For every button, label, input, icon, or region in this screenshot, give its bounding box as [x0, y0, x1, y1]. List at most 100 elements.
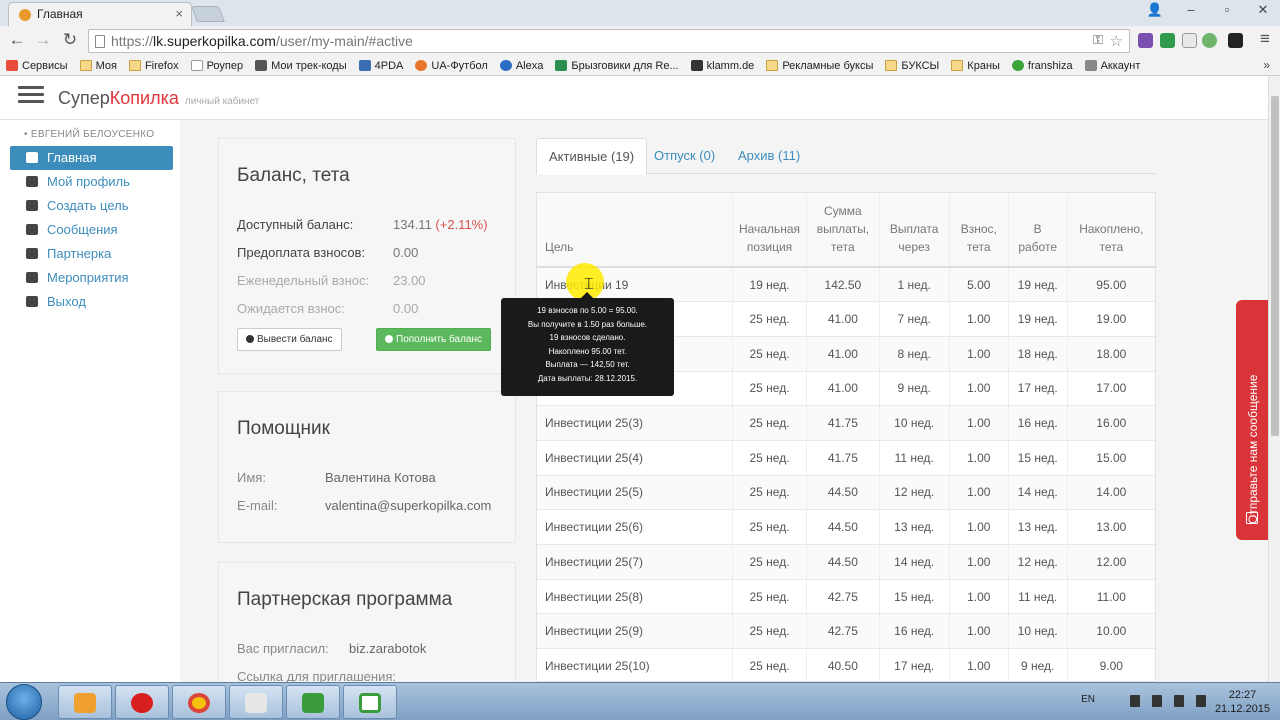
target-icon — [26, 200, 38, 211]
table-cell: 40.50 — [806, 648, 880, 682]
close-window-icon[interactable]: ✕ — [1252, 2, 1274, 18]
table-row[interactable]: Инвестиции 25(7) 25 нед. 44.50 14 нед. 1.00 1… — [537, 544, 1155, 580]
table-cell: 7 нед. — [878, 301, 950, 337]
bookmark-item[interactable]: Моя — [79, 60, 117, 72]
bookmark-item[interactable]: UA-Футбол — [415, 60, 488, 72]
bookmark-item[interactable]: Брызговики для Re... — [555, 60, 679, 72]
browser-tab[interactable]: Главная × — [8, 2, 192, 26]
sidebar-item-create-goal[interactable]: Создать цель — [10, 194, 173, 218]
sidebar-item-events[interactable]: Мероприятия — [10, 266, 173, 290]
language-indicator[interactable]: EN — [1081, 694, 1095, 705]
table-cell: 19.00 — [1066, 301, 1155, 337]
back-icon[interactable]: ← — [6, 30, 28, 50]
taskbar-apps-button[interactable] — [58, 685, 112, 719]
bookmark-item[interactable]: klamm.de — [690, 60, 754, 72]
football-icon — [415, 60, 428, 71]
maximize-icon[interactable]: ▫ — [1216, 2, 1238, 18]
folder-icon — [951, 60, 964, 71]
sidebar-item-home[interactable]: Главная — [10, 146, 173, 170]
network-icon[interactable] — [1152, 695, 1162, 707]
withdraw-button[interactable]: Вывести баланс — [237, 328, 342, 351]
tab-archive[interactable]: Архив (11) — [726, 138, 812, 174]
bookmarks-more[interactable]: » — [1263, 58, 1270, 72]
feedback-button[interactable]: Отправьте нам сообщение — [1236, 300, 1268, 540]
table-row[interactable]: Инвестиции 1919 нед.142.501 нед.5.0019 н… — [537, 267, 1155, 303]
minimize-icon[interactable]: – — [1180, 2, 1202, 18]
sidebar-item-messages[interactable]: Сообщения — [10, 218, 173, 242]
page-scrollbar[interactable] — [1268, 76, 1280, 682]
bookmark-item[interactable]: Firefox — [128, 60, 179, 72]
table-row[interactable]: Инвестиции 25(4) 25 нед. 41.75 11 нед. 1.00 1… — [537, 440, 1155, 476]
user-icon — [26, 176, 38, 187]
taskbar-camtasia2-button[interactable] — [343, 685, 397, 719]
bookmark-item[interactable]: Краны — [951, 60, 1000, 72]
table-row[interactable]: Инвестиции 25(9) 25 нед. 42.75 16 нед. 1.00 1… — [537, 613, 1155, 650]
bookmark-item[interactable]: Аккаунт — [1084, 60, 1140, 72]
bookmark-item[interactable]: Сервисы — [6, 60, 68, 72]
extension-grid-icon[interactable] — [1182, 33, 1197, 48]
bookmark-item[interactable]: franshiza — [1011, 60, 1073, 72]
goal-name-cell[interactable]: Инвестиции 25(8) — [537, 579, 733, 615]
bookmark-item[interactable]: 4PDA — [358, 60, 403, 72]
table-cell: 17 нед. — [1007, 371, 1068, 407]
table-cell: 15 нед. — [1007, 440, 1068, 476]
taskbar-java-button[interactable] — [229, 685, 283, 719]
table-cell: 13 нед. — [878, 509, 950, 545]
taskbar-camtasia-button[interactable] — [286, 685, 340, 719]
bookmark-item[interactable]: Рекламные буксы — [766, 60, 873, 72]
user-icon[interactable]: 👤 — [1144, 2, 1166, 18]
tab-active[interactable]: Активные (19) — [536, 138, 648, 175]
extension-sync-icon[interactable] — [1160, 33, 1175, 48]
sidebar-item-profile[interactable]: Мой профиль — [10, 170, 173, 194]
key-icon[interactable]: ⚿ — [1093, 32, 1103, 48]
volume-icon[interactable] — [1196, 695, 1206, 707]
taskbar-opera-button[interactable] — [115, 685, 169, 719]
table-row[interactable]: Инвестиции 25(5) 25 нед. 44.50 12 нед. 1.00 1… — [537, 475, 1155, 511]
tray-arrow-icon[interactable] — [1130, 695, 1140, 707]
goal-name-cell[interactable]: Инвестиции 25(3) — [537, 405, 733, 441]
table-row[interactable]: Инвестиции 25(6) 25 нед. 44.50 13 нед. 1.00 1… — [537, 509, 1155, 545]
table-row[interactable]: Инвестиции 25(10) 25 нед. 40.50 17 нед. 1.00… — [537, 648, 1155, 682]
goal-name-cell[interactable]: Инвестиции 25(5) — [537, 475, 733, 511]
sidebar-user-name[interactable]: • ЕВГЕНИЙ БЕЛОУСЕНКО — [0, 120, 180, 146]
folder-icon — [79, 60, 92, 71]
new-tab-button[interactable] — [191, 6, 225, 22]
table-row[interactable]: Инвестиции 25(3) 25 нед. 41.75 10 нед. 1.00 1… — [537, 405, 1155, 441]
bookmark-item[interactable]: Роупер — [190, 60, 243, 72]
goal-name-cell[interactable]: Инвестиции 25(7) — [537, 544, 733, 580]
table-row[interactable]: Инвестиции 25(8) 25 нед. 42.75 15 нед. 1.00 1… — [537, 579, 1155, 615]
start-button[interactable] — [6, 684, 42, 720]
address-bar[interactable]: https://lk.superkopilka.com/user/my-main… — [88, 29, 1130, 53]
tab-vacation[interactable]: Отпуск (0) — [642, 138, 727, 174]
table-cell: 16 нед. — [1007, 405, 1068, 441]
table-cell: 15.00 — [1066, 440, 1155, 476]
goal-name-cell[interactable]: Инвестиции 25(4) — [537, 440, 733, 476]
bookmark-item[interactable]: Alexa — [499, 60, 543, 72]
flag-icon[interactable] — [1174, 695, 1184, 707]
helper-title: Помощник — [237, 418, 330, 439]
reload-icon[interactable]: ↻ — [59, 30, 81, 50]
topup-button[interactable]: Пополнить баланс — [376, 328, 491, 351]
bookmark-star-icon[interactable]: ☆ — [1110, 32, 1123, 50]
table-cell: 25 нед. — [731, 475, 807, 511]
system-clock[interactable]: 22:27 21.12.2015 — [1215, 688, 1270, 716]
close-tab-icon[interactable]: × — [175, 6, 183, 21]
brand-logo[interactable]: СуперКопилка личный кабинет — [58, 88, 259, 109]
hamburger-menu-icon[interactable] — [18, 86, 44, 110]
sidebar-item-logout[interactable]: Выход — [10, 290, 173, 314]
goal-name-cell[interactable]: Инвестиции 25(9) — [537, 613, 733, 650]
alexa-icon — [499, 60, 512, 71]
forward-icon[interactable]: → — [32, 30, 54, 50]
menu-icon[interactable]: ≡ — [1254, 29, 1276, 49]
bookmark-item[interactable]: БУКСЫ — [885, 60, 939, 72]
scrollbar-thumb[interactable] — [1271, 96, 1279, 436]
extension-badge-icon[interactable] — [1228, 33, 1243, 48]
bookmark-item[interactable]: Мои трек-коды — [255, 60, 347, 72]
goal-name-cell[interactable]: Инвестиции 25(10) — [537, 648, 733, 682]
goal-name-cell[interactable]: Инвестиции 25(6) — [537, 509, 733, 545]
sidebar-item-partners[interactable]: Партнерка — [10, 242, 173, 266]
table-cell: 12 нед. — [1007, 544, 1068, 580]
extension-circle-icon[interactable] — [1202, 33, 1217, 48]
extension-pen-icon[interactable] — [1138, 33, 1153, 48]
taskbar-chrome-button[interactable] — [172, 685, 226, 719]
